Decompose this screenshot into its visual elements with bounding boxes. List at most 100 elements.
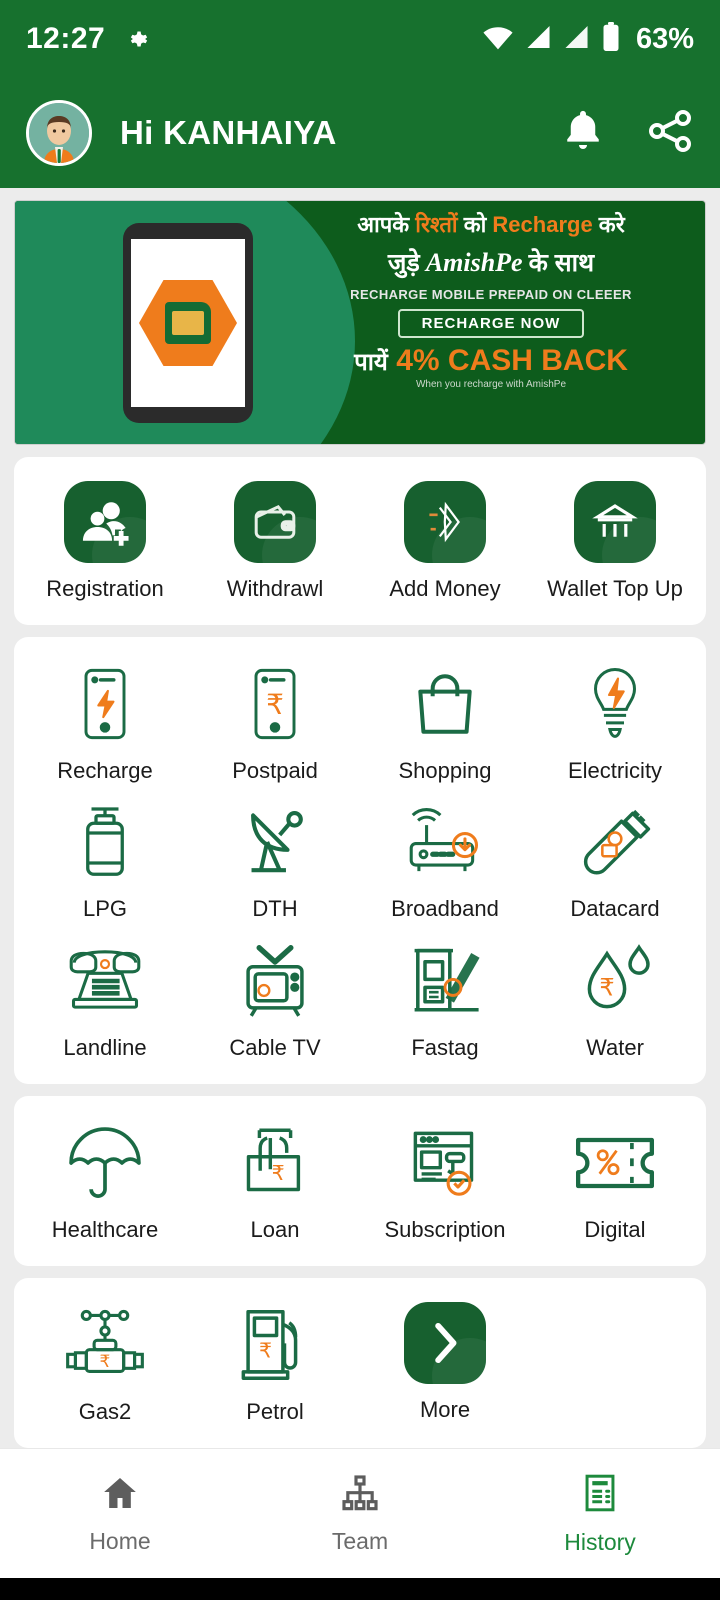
service-label: Landline [63,1034,147,1060]
service-label: Digital [584,1216,646,1242]
app-screen: 12:27 63% Hi KANHAIYA आपके रिश्तों को Re… [0,0,720,1600]
service-fastag[interactable]: Fastag [360,932,530,1070]
gear-icon [123,24,153,54]
service-lpg[interactable]: LPG [20,793,190,931]
service-shopping[interactable]: Shopping [360,655,530,793]
chevron-right-icon [404,1301,486,1384]
quick-action-add-money[interactable]: Add Money [360,475,530,611]
add-user-icon [64,481,146,563]
status-time: 12:27 [26,22,106,55]
status-indicators: 63% [482,21,694,57]
router-icon [402,799,488,885]
service-datacard[interactable]: Datacard [530,793,700,931]
banner-subtitle: RECHARGE MOBILE PREPAID ON CLEEER [350,287,632,302]
share-icon[interactable] [646,107,694,160]
service-label: Loan [250,1216,300,1242]
wifi-icon [482,24,514,55]
service-label: More [419,1396,471,1422]
svg-text:₹: ₹ [100,1352,111,1371]
service-electricity[interactable]: Electricity [530,655,700,793]
banner-brand: AmishPe [425,248,523,277]
promo-banner[interactable]: आपके रिश्तों को Recharge करे जुड़े AmishP… [14,200,706,445]
fuel-card: ₹ Gas2 ₹ Petrol More [14,1277,706,1449]
banner-cta-button[interactable]: RECHARGE NOW [397,309,585,338]
gas-cylinder-icon [62,799,148,885]
signal-bars-icon [563,24,590,55]
service-postpaid[interactable]: ₹ Postpaid [190,655,360,793]
quick-action-label: Withdrawl [226,576,324,601]
finance-card: Healthcare ₹ Loan Subscription Digital [14,1095,706,1266]
hand-money-icon: ₹ [232,1120,318,1206]
services-card: Recharge ₹ Postpaid Shopping Electricity… [14,637,706,1084]
service-petrol[interactable]: ₹ Petrol [190,1296,360,1434]
service-dth[interactable]: DTH [190,793,360,931]
gesture-navigation-bar [0,1578,720,1600]
quick-action-label: Registration [46,576,164,601]
bank-icon [574,481,656,563]
browser-check-icon [402,1120,488,1206]
quick-action-registration[interactable]: Registration [20,475,190,611]
usb-dongle-icon [572,799,658,885]
service-label: LPG [82,896,128,922]
service-loan[interactable]: ₹ Loan [190,1114,360,1252]
mobile-rupee-icon: ₹ [232,661,318,747]
service-label: DTH [252,896,298,922]
signal-bars-icon [525,24,552,55]
promo-banner-container[interactable]: आपके रिश्तों को Recharge करे जुड़े AmishP… [0,188,720,445]
light-bulb-icon [572,661,658,747]
nav-label: Home [89,1527,151,1554]
service-label: Healthcare [51,1216,159,1242]
ticket-percent-icon [572,1120,658,1206]
telephone-icon [62,938,148,1024]
water-drop-icon: ₹ [572,938,658,1024]
shopping-bag-icon [402,661,488,747]
svg-text:₹: ₹ [599,974,614,1001]
service-label: Recharge [57,758,153,784]
quick-action-withdrawl[interactable]: Withdrawl [190,475,360,611]
service-label: Gas2 [78,1398,132,1424]
service-label: Postpaid [232,758,318,784]
bell-icon[interactable] [562,108,604,159]
satellite-dish-icon [232,799,318,885]
app-bar: Hi KANHAIYA [0,78,720,188]
service-label: Petrol [246,1398,304,1424]
service-cable-tv[interactable]: Cable TV [190,932,360,1070]
banner-phone-illustration [123,223,253,423]
banner-footnote: When you recharge with AmishPe [415,379,567,390]
service-more[interactable]: More [360,1296,530,1434]
nav-item-home[interactable]: Home [0,1473,240,1555]
service-label: Shopping [398,758,492,784]
nav-item-team[interactable]: Team [240,1473,480,1555]
battery-icon [601,21,621,57]
app-bar-actions [562,107,694,160]
service-recharge[interactable]: Recharge [20,655,190,793]
svg-text:₹: ₹ [272,1163,285,1185]
umbrella-icon [62,1120,148,1206]
service-landline[interactable]: Landline [20,932,190,1070]
quick-action-label: Add Money [389,576,501,601]
avatar[interactable] [26,100,92,166]
org-chart-icon [339,1473,381,1518]
service-digital[interactable]: Digital [530,1114,700,1252]
service-broadband[interactable]: Broadband [360,793,530,931]
service-gas2[interactable]: ₹ Gas2 [20,1296,190,1434]
quick-action-label: Wallet Top Up [547,576,683,601]
banner-subheadline: जुड़े AmishPe के साथ [387,248,595,277]
quick-action-wallet-top-up[interactable]: Wallet Top Up [530,475,700,611]
greeting-text: Hi KANHAIYA [120,114,337,151]
service-water[interactable]: ₹ Water [530,932,700,1070]
banner-headline: आपके रिश्तों को Recharge करे [357,212,625,237]
service-healthcare[interactable]: Healthcare [20,1114,190,1252]
svg-text:₹: ₹ [259,1340,272,1363]
service-label: Cable TV [229,1034,321,1060]
nav-item-history[interactable]: History [480,1472,720,1556]
service-label: Broadband [391,896,499,922]
wallet-icon [234,481,316,563]
service-subscription[interactable]: Subscription [360,1114,530,1252]
television-icon [232,938,318,1024]
banner-cashback: पायें 4% CASH BACK [354,344,628,377]
bottom-navigation: Home Team History [0,1448,720,1579]
toll-booth-icon [402,938,488,1024]
svg-text:₹: ₹ [266,689,284,720]
service-label: Electricity [567,758,663,784]
